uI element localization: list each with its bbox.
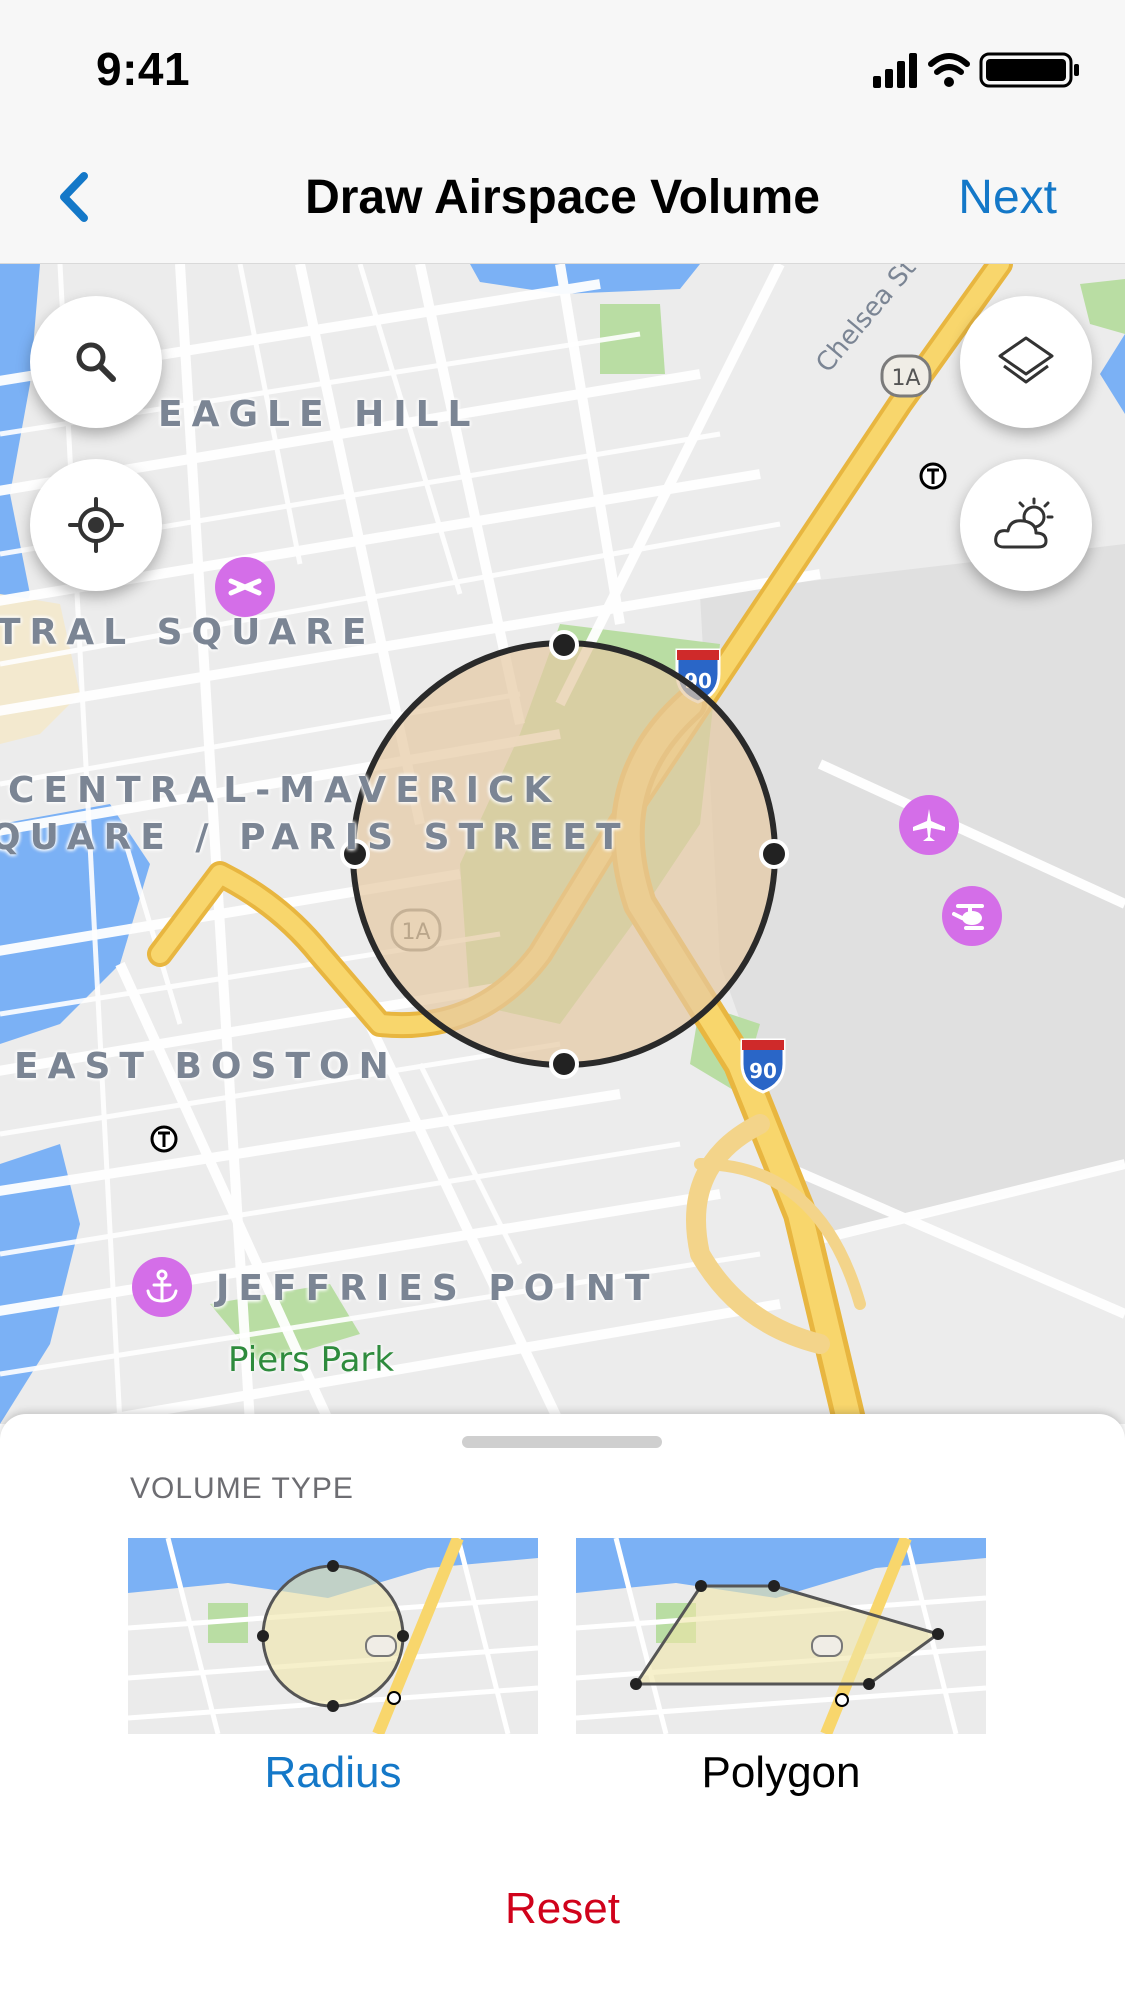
heliport-poi-icon[interactable] bbox=[942, 886, 1002, 946]
layers-button[interactable] bbox=[960, 296, 1092, 428]
area-label-central-square: TRAL SQUARE bbox=[0, 612, 376, 653]
volume-type-sheet: VOLUME TYPE Radius Polygon Reset bbox=[0, 1414, 1125, 2001]
resize-handle-bottom bbox=[549, 1049, 579, 1079]
locate-icon bbox=[68, 497, 124, 553]
page-title: Draw Airspace Volume bbox=[305, 171, 820, 224]
map-view[interactable]: Chelsea St 1A 1A 90 90 bbox=[0, 264, 1125, 1424]
area-label-jeffries-point: JEFFRIES POINT bbox=[216, 1268, 659, 1309]
resize-handle-right bbox=[759, 839, 789, 869]
svg-text:1A: 1A bbox=[891, 366, 920, 391]
option-polygon[interactable]: Polygon bbox=[576, 1538, 986, 1798]
signal-icon bbox=[873, 53, 917, 88]
search-button[interactable] bbox=[30, 296, 162, 428]
polygon-thumbnail bbox=[576, 1538, 986, 1734]
area-label-central-maverick: CENTRAL-MAVERICK bbox=[8, 770, 561, 811]
sheet-grabber[interactable] bbox=[462, 1436, 662, 1448]
interstate-shield-90: 90 bbox=[740, 1038, 786, 1094]
layers-icon bbox=[998, 336, 1054, 384]
airport-poi-icon[interactable] bbox=[899, 795, 959, 855]
park-label-piers-park: Piers Park bbox=[228, 1340, 395, 1380]
option-radius[interactable]: Radius bbox=[128, 1538, 538, 1798]
radius-thumbnail bbox=[128, 1538, 538, 1734]
drone-poi-icon[interactable] bbox=[215, 557, 275, 617]
next-button[interactable]: Next bbox=[958, 170, 1057, 225]
area-label-east-boston: EAST BOSTON bbox=[14, 1046, 398, 1087]
svg-text:90: 90 bbox=[749, 1059, 777, 1083]
section-label: VOLUME TYPE bbox=[130, 1472, 354, 1505]
transit-icon bbox=[150, 1125, 178, 1153]
transit-icon bbox=[919, 462, 947, 490]
weather-button[interactable] bbox=[960, 459, 1092, 591]
wifi-icon bbox=[928, 53, 970, 87]
resize-handle-top bbox=[549, 630, 579, 660]
option-radius-label: Radius bbox=[264, 1748, 402, 1797]
search-icon bbox=[76, 342, 116, 382]
battery-icon bbox=[979, 52, 1079, 88]
option-polygon-label: Polygon bbox=[701, 1748, 861, 1797]
area-label-eagle-hill: EAGLE HILL bbox=[158, 394, 480, 435]
nav-bar: Draw Airspace Volume Next bbox=[0, 132, 1125, 264]
status-time: 9:41 bbox=[96, 43, 191, 95]
weather-icon bbox=[994, 497, 1054, 549]
locate-button[interactable] bbox=[30, 459, 162, 591]
route-shield-1a: 1A bbox=[880, 354, 932, 398]
status-icons bbox=[873, 52, 1079, 88]
status-bar: 9:41 bbox=[0, 0, 1125, 132]
area-label-paris-street: QUARE / PARIS STREET bbox=[0, 817, 630, 858]
reset-button[interactable]: Reset bbox=[0, 1884, 1125, 1934]
harbor-poi-icon[interactable] bbox=[132, 1257, 192, 1317]
